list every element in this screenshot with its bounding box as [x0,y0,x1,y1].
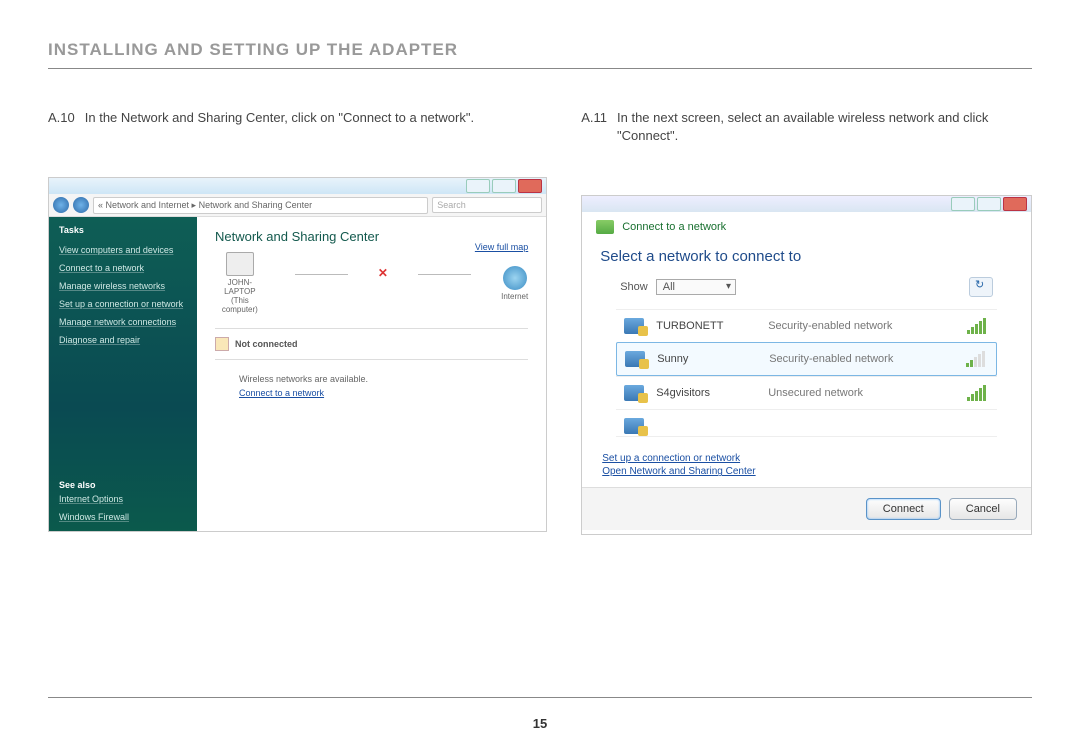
search-input[interactable]: Search [432,197,542,213]
main-pane: Network and Sharing Center View full map… [197,217,546,532]
network-row-selected[interactable]: Sunny Security-enabled network [616,342,997,376]
task-link[interactable]: Manage wireless networks [59,281,187,291]
disconnected-icon: ✕ [378,266,388,280]
dialog-title: Connect to a network [622,221,726,233]
back-button[interactable] [53,197,69,213]
rule-bottom [48,697,1032,698]
network-item-icon [625,351,645,367]
step-text: In the Network and Sharing Center, click… [85,109,474,127]
show-filter-dropdown[interactable]: All [656,279,736,295]
window-titlebar [582,196,1031,212]
signal-icon [966,351,988,367]
network-name: Sunny [657,353,757,365]
connect-button[interactable]: Connect [866,498,941,520]
bottom-links: Set up a connection or network Open Netw… [582,437,1031,487]
rule-top [48,68,1032,69]
cancel-button[interactable]: Cancel [949,498,1017,520]
screenshot-network-sharing-center: « Network and Internet ▸ Network and Sha… [48,177,547,532]
node-internet: Internet [501,266,528,301]
step-number: A.10 [48,109,75,127]
connection-status: Not connected [235,339,298,349]
network-name: TURBONETT [656,320,756,332]
network-item-icon [624,418,644,434]
step-number: A.11 [581,109,607,145]
computer-icon [226,252,254,276]
step-text: In the next screen, select an available … [617,109,1032,145]
network-item-icon [624,318,644,334]
maximize-button[interactable] [492,179,516,193]
step-a10: A.10 In the Network and Sharing Center, … [48,109,547,127]
network-icon [596,220,614,234]
screenshot-connect-to-network: Connect to a network Select a network to… [581,195,1032,535]
network-item-icon [624,385,644,401]
node-this-computer: JOHN-LAPTOP (This computer) [215,252,265,314]
network-row[interactable]: S4gvisitors Unsecured network [616,376,997,409]
network-name: S4gvisitors [656,387,756,399]
column-left: A.10 In the Network and Sharing Center, … [48,109,547,535]
tasks-heading: Tasks [59,225,187,235]
status-icon [215,337,229,351]
task-link[interactable]: Set up a connection or network [59,299,187,309]
section-title: INSTALLING AND SETTING UP THE ADAPTER [48,40,1032,60]
task-link[interactable]: Connect to a network [59,263,187,273]
dialog-subtitle: Select a network to connect to [582,242,1031,275]
network-row[interactable]: TURBONETT Security-enabled network [616,309,997,342]
task-link[interactable]: View computers and devices [59,245,187,255]
network-security: Security-enabled network [768,320,955,332]
task-link[interactable]: Manage network connections [59,317,187,327]
network-security: Unsecured network [768,387,955,399]
network-row-partial[interactable] [616,409,997,437]
view-full-map-link[interactable]: View full map [475,242,528,252]
network-list: TURBONETT Security-enabled network Sunny… [616,309,997,437]
see-also-heading: See also [59,480,187,490]
maximize-button[interactable] [977,197,1001,211]
close-button[interactable] [518,179,542,193]
wireless-info: Wireless networks are available. [239,374,528,384]
minimize-button[interactable] [466,179,490,193]
window-titlebar [49,178,546,194]
refresh-button[interactable] [969,277,993,297]
setup-connection-link[interactable]: Set up a connection or network [602,453,1011,464]
breadcrumb[interactable]: « Network and Internet ▸ Network and Sha… [93,197,428,214]
show-label: Show [620,281,648,293]
task-link[interactable]: Diagnose and repair [59,335,187,345]
globe-icon [503,266,527,290]
close-button[interactable] [1003,197,1027,211]
forward-button[interactable] [73,197,89,213]
address-bar: « Network and Internet ▸ Network and Sha… [49,194,546,217]
signal-icon [967,318,989,334]
see-also-link[interactable]: Windows Firewall [59,512,187,522]
connect-to-network-link[interactable]: Connect to a network [239,388,324,398]
page-number: 15 [0,716,1080,731]
signal-icon [967,385,989,401]
see-also-link[interactable]: Internet Options [59,494,187,504]
network-security: Security-enabled network [769,353,954,365]
minimize-button[interactable] [951,197,975,211]
open-sharing-center-link[interactable]: Open Network and Sharing Center [602,466,1011,477]
step-a11: A.11 In the next screen, select an avail… [581,109,1032,145]
column-right: A.11 In the next screen, select an avail… [581,109,1032,535]
tasks-sidebar: Tasks View computers and devices Connect… [49,217,197,532]
